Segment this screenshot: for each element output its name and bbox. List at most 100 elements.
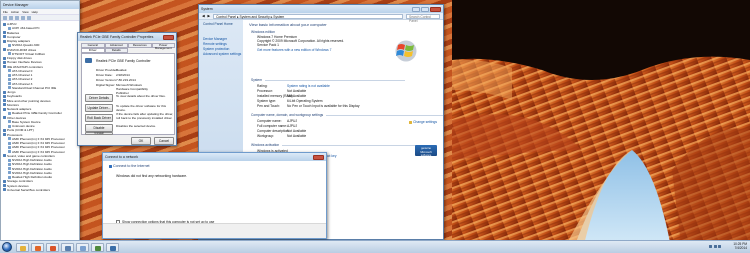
device-icon xyxy=(8,52,11,56)
category-icon xyxy=(3,128,6,132)
network-adapter-icon xyxy=(85,58,92,63)
tab-resources[interactable]: Resources xyxy=(128,43,152,48)
device-icon xyxy=(8,175,11,179)
breadcrumb[interactable]: Control Panel ▸ System and Security ▸ Sy… xyxy=(213,13,403,19)
folder-icon xyxy=(20,245,26,251)
device-icon xyxy=(8,86,11,90)
menu-view[interactable]: View xyxy=(22,9,28,14)
category-icon xyxy=(3,60,6,64)
service-pack: Service Pack 1 xyxy=(257,43,279,47)
sidebar-item-device-manager[interactable]: Device Manager xyxy=(203,37,227,41)
start-button[interactable] xyxy=(2,242,12,252)
driver-version-row: Driver Version:7.80.219.2014 xyxy=(96,78,136,82)
driver-details-button[interactable]: Driver Details xyxy=(85,94,113,102)
forward-icon[interactable]: ▶ xyxy=(208,14,211,18)
menu-help[interactable]: Help xyxy=(32,9,38,14)
close-icon[interactable] xyxy=(430,6,441,12)
category-icon xyxy=(3,31,6,35)
category-icon xyxy=(3,90,6,94)
system-titlebar[interactable]: System xyxy=(199,5,443,13)
maximize-icon[interactable] xyxy=(421,6,429,12)
network-tray-icon[interactable] xyxy=(709,245,712,248)
device-icon xyxy=(8,141,11,145)
computer-name-row: Computer name: AJPUJ xyxy=(257,119,298,123)
upgrade-link[interactable]: Get more features with a new edition of … xyxy=(257,48,331,52)
sidebar-item-system-protection[interactable]: System protection xyxy=(203,47,229,51)
disable-button[interactable]: Disable xyxy=(85,124,113,132)
category-icon xyxy=(3,56,6,60)
category-icon xyxy=(3,103,6,107)
device-manager-titlebar[interactable]: Device Manager xyxy=(1,1,79,9)
connect-dialog[interactable]: Connect to a network Connect to the Inte… xyxy=(102,152,327,239)
taskbar-app-network[interactable] xyxy=(106,243,119,252)
properties-icon[interactable] xyxy=(15,16,19,20)
tree-item[interactable]: Universal Serial Bus controllers xyxy=(3,188,79,192)
volume-icon[interactable] xyxy=(713,245,717,248)
device-icon xyxy=(8,124,11,128)
help-icon[interactable] xyxy=(21,16,25,20)
properties-titlebar[interactable]: Realtek PCIe GBE Family Controller Prope… xyxy=(78,33,176,41)
search-input[interactable]: Search Control Panel xyxy=(406,13,440,23)
device-manager-window[interactable]: Device Manager File Action View Help AJP… xyxy=(0,0,80,242)
properties-dialog[interactable]: Realtek PCIe GBE Family Controller Prope… xyxy=(77,32,177,146)
device-name: Realtek PCIe GBE Family Controller xyxy=(96,59,151,63)
control-panel-icon xyxy=(95,245,101,251)
device-icon xyxy=(8,77,11,81)
cancel-button[interactable]: Cancel xyxy=(154,137,174,145)
workgroup-row: Workgroup: Not Available xyxy=(257,134,307,138)
control-panel-home-link[interactable]: Control Panel Home xyxy=(203,22,233,26)
taskbar-app-device-manager[interactable] xyxy=(61,243,74,252)
connect-message: Windows did not find any networking hard… xyxy=(116,174,188,178)
close-icon[interactable] xyxy=(163,34,174,40)
memory-row: Installed memory (RAM):Not Available xyxy=(257,94,307,98)
properties-tabs: General Advanced Resources Power Managem… xyxy=(81,43,175,53)
back-icon[interactable] xyxy=(3,16,7,20)
tree-item-label: Universal Serial Bus controllers xyxy=(7,187,50,192)
taskbar-app-media-player[interactable] xyxy=(31,243,44,252)
forward-icon[interactable] xyxy=(9,16,13,20)
device-icon xyxy=(8,162,11,166)
category-icon xyxy=(3,48,6,52)
device-icon xyxy=(8,82,11,86)
device-manager-icon xyxy=(65,245,71,251)
clock-date: 7/4/2014 xyxy=(734,245,747,250)
genuine-badge: genuine Microsoft software xyxy=(415,145,437,157)
category-icon xyxy=(3,99,6,103)
driver-date-row: Driver Date: 2/18/2014 xyxy=(96,73,130,77)
windows-edition-section: Windows edition xyxy=(251,30,276,34)
network-icon xyxy=(110,245,116,251)
menu-file[interactable]: File xyxy=(3,9,8,14)
media-player-icon xyxy=(35,245,41,251)
ok-button[interactable]: OK xyxy=(131,137,151,145)
taskbar-app-control-panel[interactable] xyxy=(91,243,104,252)
taskbar-app-paint[interactable] xyxy=(76,243,89,252)
connect-titlebar[interactable]: Connect to a network xyxy=(103,153,326,161)
device-icon xyxy=(8,73,11,77)
close-icon[interactable] xyxy=(313,154,324,160)
uninstall-button[interactable]: Uninstall xyxy=(85,132,113,135)
clock[interactable]: 10:25 PM 7/4/2014 xyxy=(733,242,747,251)
sidebar-item-advanced-settings[interactable]: Advanced system settings xyxy=(203,52,241,56)
roll-back-driver-button[interactable]: Roll Back Driver xyxy=(85,114,113,122)
category-icon xyxy=(3,39,6,43)
back-icon[interactable]: ◀ xyxy=(202,14,205,18)
category-icon xyxy=(3,133,6,137)
taskbar-app-explorer[interactable] xyxy=(16,243,29,252)
change-settings-link[interactable]: Change settings xyxy=(409,120,437,124)
minimize-icon[interactable] xyxy=(412,6,420,12)
device-icon xyxy=(8,171,11,175)
taskbar-app-firefox[interactable] xyxy=(46,243,59,252)
desktop-right xyxy=(452,0,750,253)
page-title: View basic information about your comput… xyxy=(249,22,327,27)
windows-logo-icon xyxy=(395,40,417,62)
category-icon xyxy=(3,107,6,111)
taskbar: 10:25 PM 7/4/2014 xyxy=(0,240,750,253)
menu-action[interactable]: Action xyxy=(11,9,19,14)
update-driver-button[interactable]: Update Driver... xyxy=(85,104,113,112)
sidebar-item-remote-settings[interactable]: Remote settings xyxy=(203,42,227,46)
back-arrow-icon[interactable] xyxy=(109,164,112,168)
properties-title: Realtek PCIe GBE Family Controller Prope… xyxy=(80,35,154,39)
tab-power-management[interactable]: Power Management xyxy=(151,43,175,50)
scan-hardware-icon[interactable] xyxy=(27,16,31,20)
flag-icon[interactable] xyxy=(718,245,721,248)
